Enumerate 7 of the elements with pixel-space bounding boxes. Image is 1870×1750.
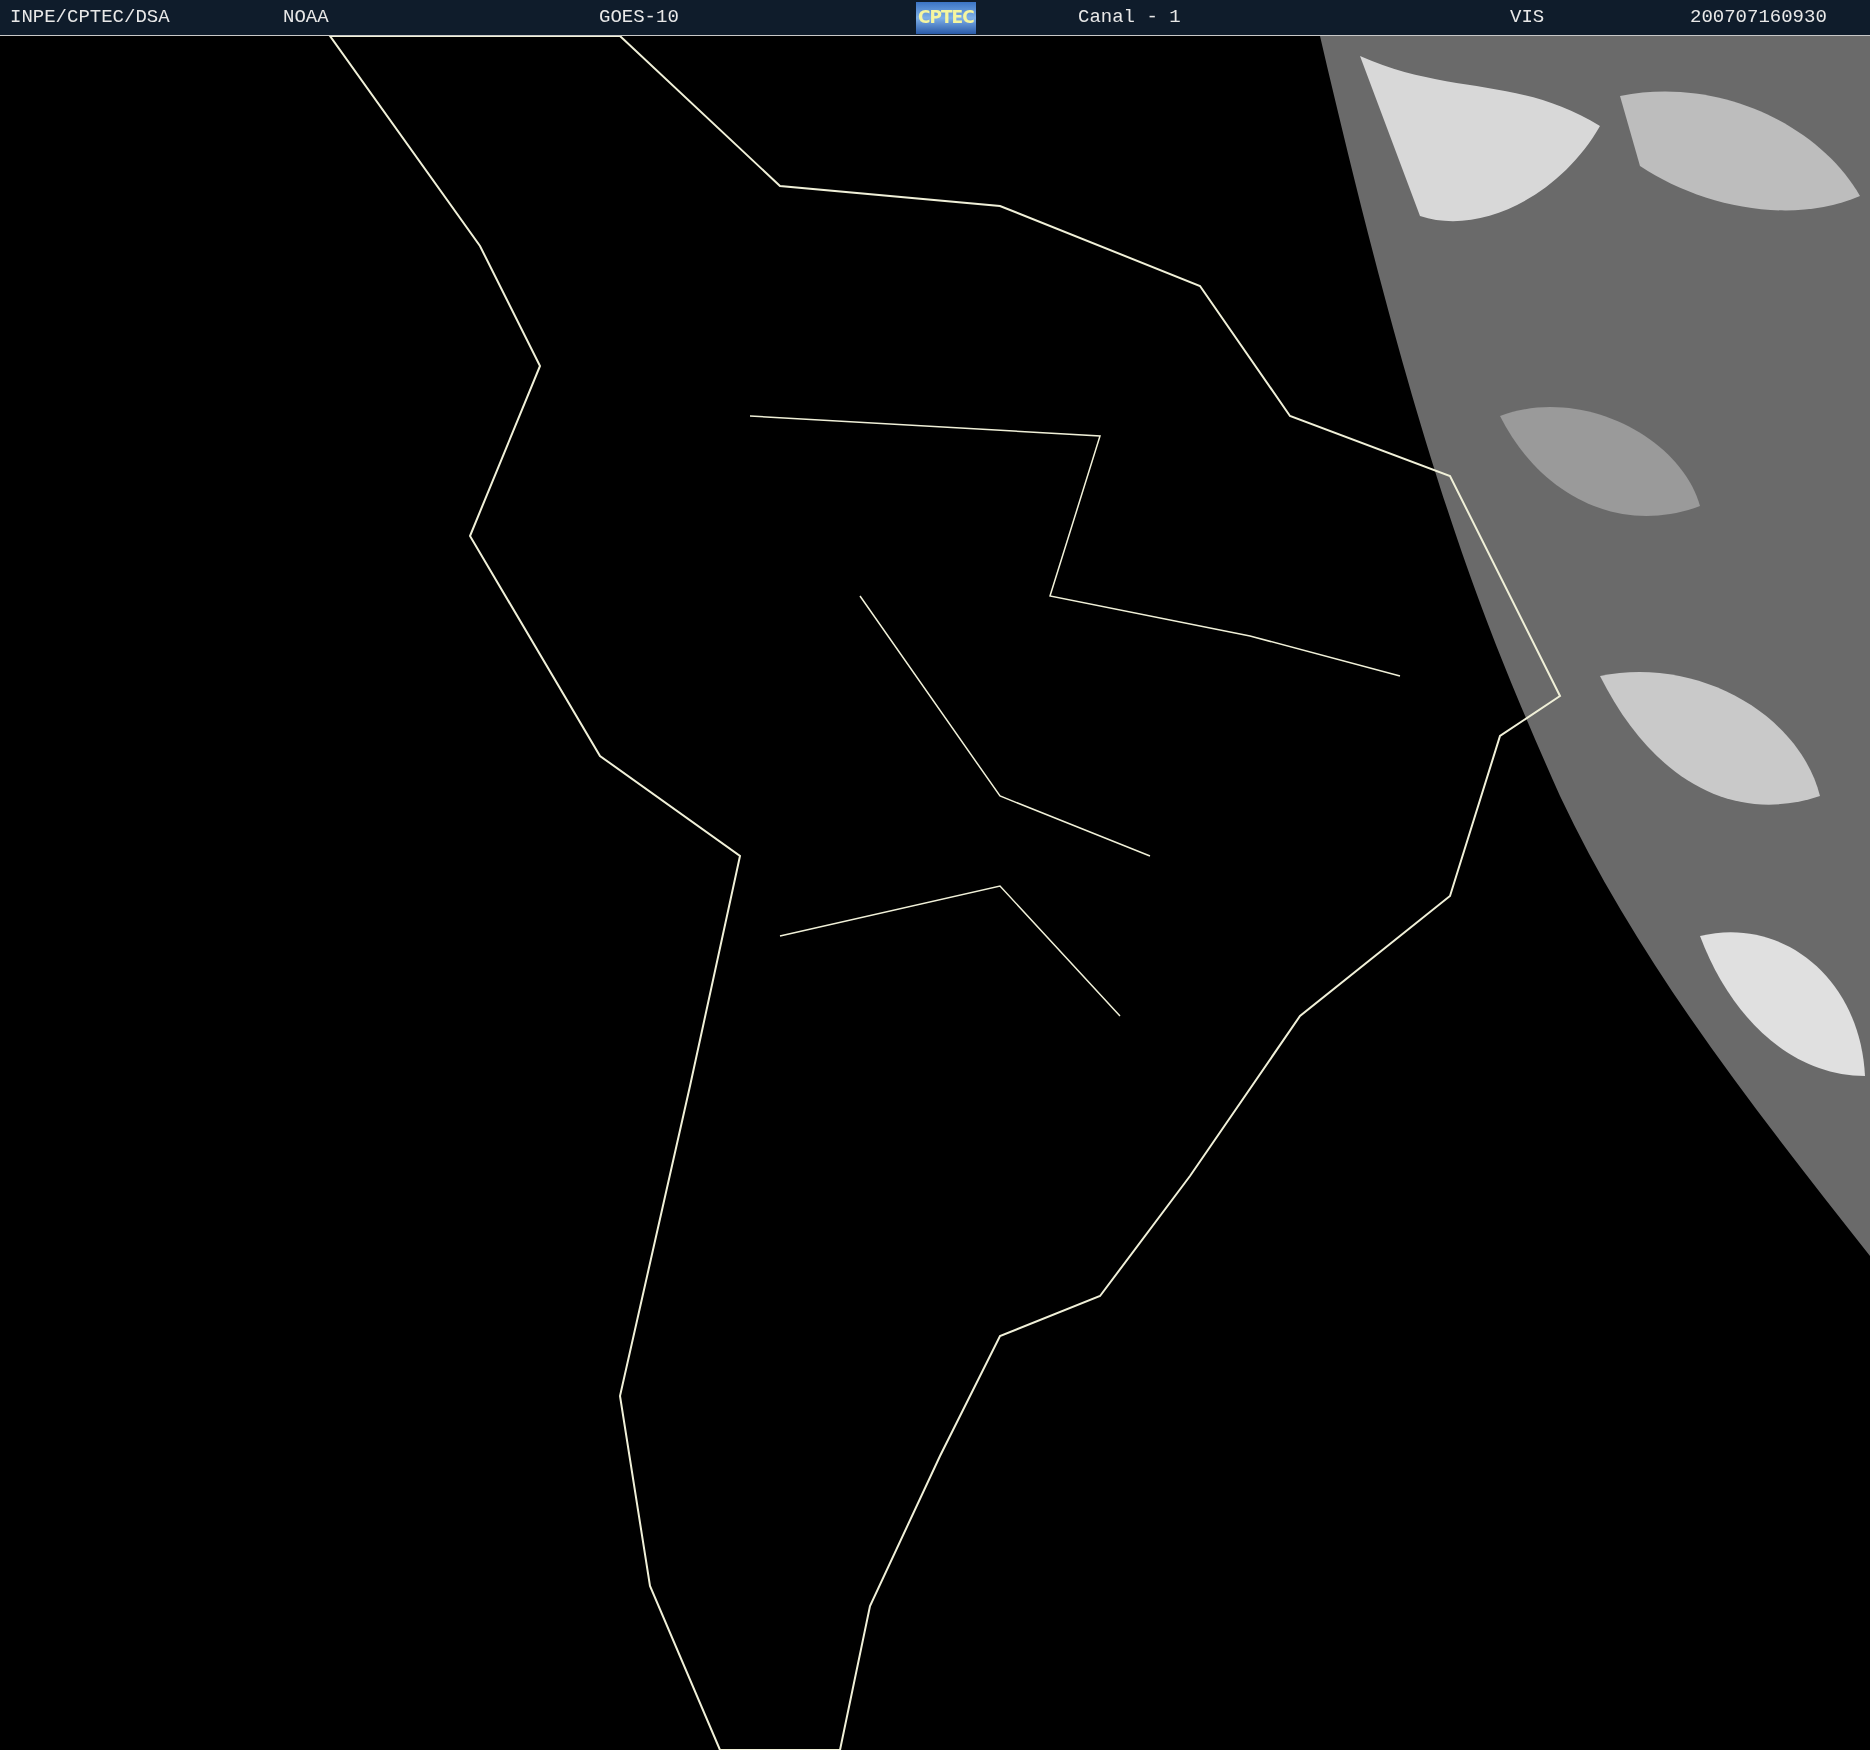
logo: CPTEC	[916, 1, 976, 34]
header-label: GOES-10	[599, 5, 679, 31]
header-label: VIS	[1510, 5, 1545, 31]
header-label: INPE/CPTEC/DSA	[10, 5, 170, 31]
header-label: Canal - 1	[1078, 5, 1181, 31]
header-label: 200707160930	[1690, 5, 1827, 31]
header-label: NOAA	[283, 5, 329, 31]
